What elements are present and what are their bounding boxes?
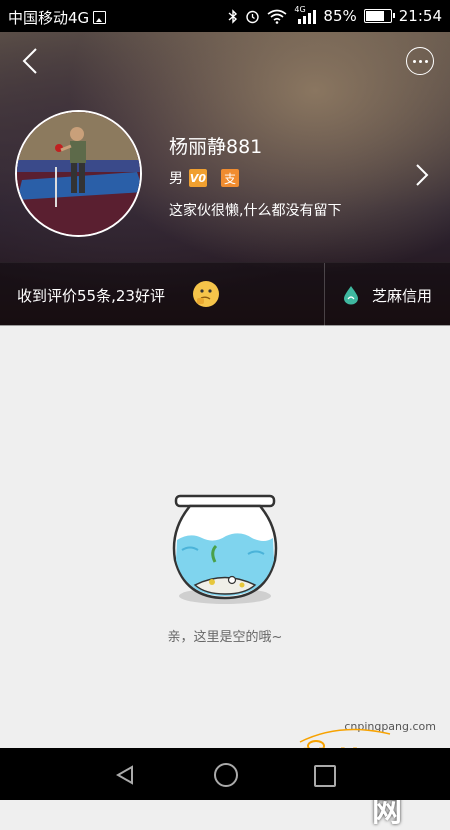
carrier-label: 中国移动4G: [8, 9, 90, 27]
gender-label: 男: [169, 171, 183, 187]
badge-row: 男 V0 支: [169, 168, 239, 188]
empty-state: 亲，这里是空的哦~: [0, 490, 450, 650]
profile-header: 杨丽静881 男 V0 支 这家伙很懒,什么都没有留下 收到评价55条,23好评…: [0, 32, 450, 326]
battery-percent: 85%: [323, 7, 357, 25]
battery-fill: [365, 11, 385, 21]
username: 杨丽静881: [169, 136, 263, 158]
zhima-drop-icon: [344, 286, 358, 305]
bio-text: 这家伙很懒,什么都没有留下: [169, 203, 342, 219]
evaluation-summary[interactable]: 收到评价55条,23好评: [17, 285, 165, 306]
nav-back-icon[interactable]: [114, 764, 136, 786]
status-left: 中国移动4G: [8, 7, 107, 28]
more-options-button[interactable]: [406, 47, 434, 75]
wifi-icon: [267, 9, 287, 24]
status-bar: 中国移动4G 4G 85% 21:54: [0, 0, 450, 32]
status-right: 4G 85% 21:54: [228, 5, 442, 25]
thinking-emoji-icon: [193, 281, 219, 307]
fishbowl-icon: [172, 494, 278, 604]
back-arrow-icon[interactable]: [16, 46, 46, 76]
divider: [324, 263, 325, 326]
image-notification-icon: [93, 11, 107, 24]
nav-home-icon[interactable]: [214, 763, 238, 787]
nav-recent-icon[interactable]: [314, 765, 336, 787]
table-tennis-player-photo: [17, 112, 140, 235]
signal-icon: 4G: [294, 5, 317, 24]
battery-icon: [363, 9, 395, 23]
alarm-icon: [246, 10, 260, 23]
evaluation-bar: 收到评价55条,23好评 芝麻信用: [0, 262, 450, 326]
bluetooth-icon: [228, 8, 238, 24]
alipay-badge[interactable]: 支: [221, 169, 239, 187]
clock: 21:54: [398, 7, 442, 25]
zhima-credit-link[interactable]: 芝麻信用: [372, 285, 432, 306]
empty-message: 亲，这里是空的哦~: [167, 630, 283, 645]
navigation-bar: [0, 748, 450, 800]
level-badge[interactable]: V0: [189, 169, 207, 187]
avatar[interactable]: [15, 110, 142, 237]
chevron-right-icon[interactable]: [414, 162, 430, 188]
